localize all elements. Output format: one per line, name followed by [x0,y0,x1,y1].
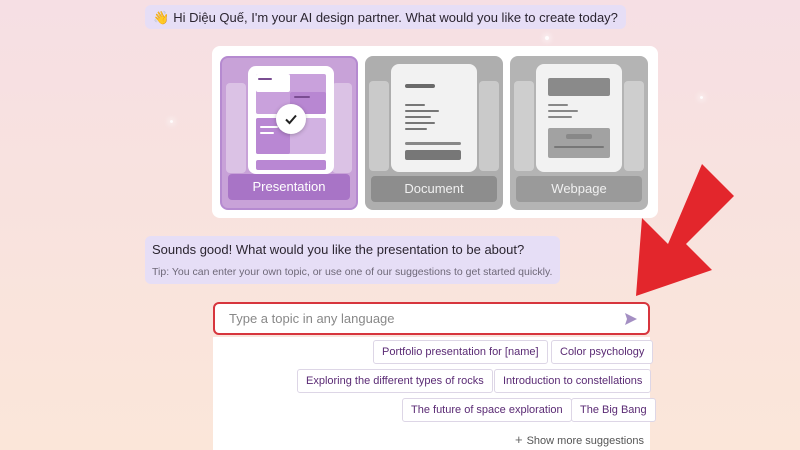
card-backdrop [624,81,644,171]
topic-question: Sounds good! What would you like the pre… [152,242,525,257]
show-more-label: Show more suggestions [526,435,644,447]
sparkle-decoration [545,36,549,40]
card-backdrop [514,81,534,171]
suggestion-chip[interactable]: Introduction to constellations [494,369,652,393]
greeting-bubble: 👋 Hi Diệu Quế, I'm your AI design partner… [145,5,626,29]
waving-hand-icon: 👋 [153,10,170,25]
card-backdrop [479,81,499,171]
presentation-card[interactable]: Presentation [220,56,358,210]
send-icon[interactable] [624,312,638,326]
webpage-card[interactable]: Webpage [510,56,648,210]
card-backdrop [369,81,389,171]
document-card[interactable]: Document [365,56,503,210]
document-preview [391,64,477,172]
reply-bubble: Sounds good! What would you like the pre… [145,236,560,284]
presentation-label: Presentation [228,174,350,200]
webpage-label: Webpage [516,176,642,202]
plus-icon: + [515,432,523,447]
format-choice-panel: Presentation Document Webpage [212,46,658,218]
suggestion-chip[interactable]: Portfolio presentation for [name] [373,340,548,364]
sparkle-decoration [170,120,173,123]
show-more-suggestions-button[interactable]: + Show more suggestions [515,432,644,447]
topic-input[interactable] [229,311,624,326]
suggestion-chip[interactable]: The future of space exploration [402,398,572,422]
greeting-text: Hi Diệu Quế, I'm your AI design partner.… [173,10,618,25]
card-backdrop [226,83,246,173]
card-backdrop [332,83,352,173]
sparkle-decoration [700,96,703,99]
red-arrow-annotation [636,164,734,296]
webpage-preview [536,64,622,172]
checkmark-icon [276,104,306,134]
suggestion-chip[interactable]: Exploring the different types of rocks [297,369,493,393]
topic-input-box [213,302,650,335]
document-label: Document [371,176,497,202]
suggestion-chip[interactable]: The Big Bang [571,398,656,422]
presentation-preview [248,66,334,174]
suggestions-panel: Portfolio presentation for [name] Color … [213,337,656,450]
topic-tip: Tip: You can enter your own topic, or us… [152,266,553,278]
suggestion-chip[interactable]: Color psychology [551,340,654,364]
